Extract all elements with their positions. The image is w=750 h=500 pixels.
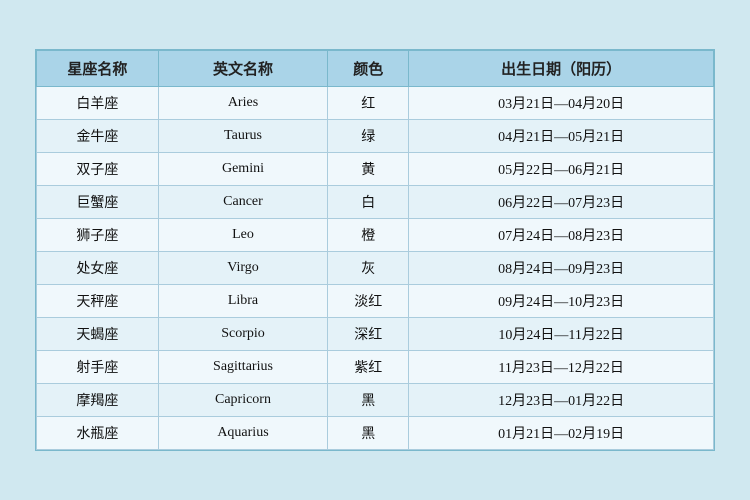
table-row: 狮子座Leo橙07月24日—08月23日 bbox=[37, 219, 714, 252]
cell-date: 09月24日—10月23日 bbox=[409, 285, 714, 318]
cell-cn: 狮子座 bbox=[37, 219, 159, 252]
cell-date: 07月24日—08月23日 bbox=[409, 219, 714, 252]
cell-cn: 水瓶座 bbox=[37, 417, 159, 450]
table-row: 天秤座Libra淡红09月24日—10月23日 bbox=[37, 285, 714, 318]
cell-cn: 天蝎座 bbox=[37, 318, 159, 351]
cell-en: Libra bbox=[158, 285, 327, 318]
cell-en: Scorpio bbox=[158, 318, 327, 351]
table-row: 白羊座Aries红03月21日—04月20日 bbox=[37, 87, 714, 120]
cell-en: Cancer bbox=[158, 186, 327, 219]
table-row: 处女座Virgo灰08月24日—09月23日 bbox=[37, 252, 714, 285]
cell-cn: 双子座 bbox=[37, 153, 159, 186]
cell-en: Capricorn bbox=[158, 384, 327, 417]
table-row: 水瓶座Aquarius黑01月21日—02月19日 bbox=[37, 417, 714, 450]
cell-cn: 射手座 bbox=[37, 351, 159, 384]
cell-en: Sagittarius bbox=[158, 351, 327, 384]
table-row: 天蝎座Scorpio深红10月24日—11月22日 bbox=[37, 318, 714, 351]
cell-color: 绿 bbox=[328, 120, 409, 153]
cell-color: 黄 bbox=[328, 153, 409, 186]
table-row: 射手座Sagittarius紫红11月23日—12月22日 bbox=[37, 351, 714, 384]
cell-cn: 摩羯座 bbox=[37, 384, 159, 417]
cell-cn: 金牛座 bbox=[37, 120, 159, 153]
cell-color: 黑 bbox=[328, 417, 409, 450]
cell-date: 10月24日—11月22日 bbox=[409, 318, 714, 351]
cell-color: 橙 bbox=[328, 219, 409, 252]
cell-date: 06月22日—07月23日 bbox=[409, 186, 714, 219]
cell-date: 05月22日—06月21日 bbox=[409, 153, 714, 186]
cell-color: 淡红 bbox=[328, 285, 409, 318]
table-row: 巨蟹座Cancer白06月22日—07月23日 bbox=[37, 186, 714, 219]
cell-en: Aries bbox=[158, 87, 327, 120]
header-cn: 星座名称 bbox=[37, 51, 159, 87]
cell-date: 04月21日—05月21日 bbox=[409, 120, 714, 153]
table-row: 金牛座Taurus绿04月21日—05月21日 bbox=[37, 120, 714, 153]
table-row: 双子座Gemini黄05月22日—06月21日 bbox=[37, 153, 714, 186]
cell-cn: 处女座 bbox=[37, 252, 159, 285]
table-row: 摩羯座Capricorn黑12月23日—01月22日 bbox=[37, 384, 714, 417]
cell-color: 灰 bbox=[328, 252, 409, 285]
cell-en: Gemini bbox=[158, 153, 327, 186]
cell-date: 11月23日—12月22日 bbox=[409, 351, 714, 384]
cell-cn: 天秤座 bbox=[37, 285, 159, 318]
cell-en: Leo bbox=[158, 219, 327, 252]
cell-color: 白 bbox=[328, 186, 409, 219]
cell-date: 12月23日—01月22日 bbox=[409, 384, 714, 417]
header-date: 出生日期（阳历） bbox=[409, 51, 714, 87]
cell-cn: 巨蟹座 bbox=[37, 186, 159, 219]
header-en: 英文名称 bbox=[158, 51, 327, 87]
cell-en: Aquarius bbox=[158, 417, 327, 450]
cell-cn: 白羊座 bbox=[37, 87, 159, 120]
cell-en: Virgo bbox=[158, 252, 327, 285]
cell-color: 紫红 bbox=[328, 351, 409, 384]
cell-color: 深红 bbox=[328, 318, 409, 351]
zodiac-table: 星座名称 英文名称 颜色 出生日期（阳历） 白羊座Aries红03月21日—04… bbox=[36, 50, 714, 450]
cell-date: 01月21日—02月19日 bbox=[409, 417, 714, 450]
cell-date: 08月24日—09月23日 bbox=[409, 252, 714, 285]
cell-date: 03月21日—04月20日 bbox=[409, 87, 714, 120]
cell-en: Taurus bbox=[158, 120, 327, 153]
table-header-row: 星座名称 英文名称 颜色 出生日期（阳历） bbox=[37, 51, 714, 87]
cell-color: 红 bbox=[328, 87, 409, 120]
header-color: 颜色 bbox=[328, 51, 409, 87]
cell-color: 黑 bbox=[328, 384, 409, 417]
zodiac-table-container: 星座名称 英文名称 颜色 出生日期（阳历） 白羊座Aries红03月21日—04… bbox=[35, 49, 715, 451]
